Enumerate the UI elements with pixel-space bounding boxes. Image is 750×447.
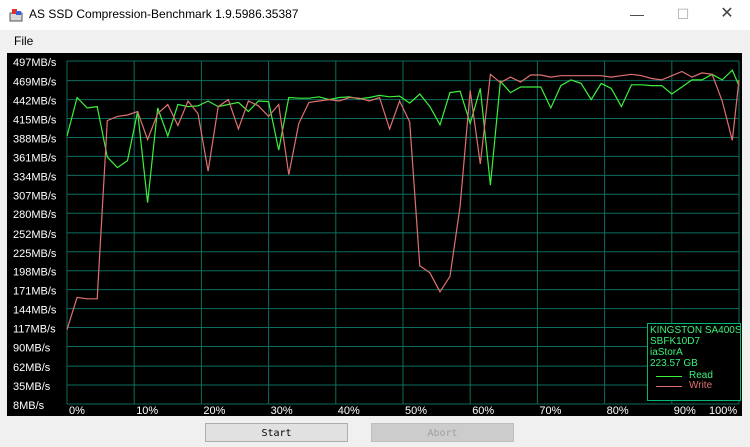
legend-read-swatch — [656, 376, 682, 377]
x-tick-label: 90% — [674, 405, 696, 416]
y-tick-label: 334MB/s — [13, 171, 57, 183]
y-tick-label: 8MB/s — [13, 400, 45, 412]
close-button[interactable]: ✕ — [704, 0, 750, 30]
y-tick-label: 171MB/s — [13, 286, 57, 298]
menu-bar: File — [0, 31, 750, 51]
window-title: AS SSD Compression-Benchmark 1.9.5986.35… — [29, 7, 299, 21]
chart-legend: KINGSTON SA400S SBFK10D7 iaStorA 223.57 … — [647, 323, 741, 401]
x-tick-label: 60% — [472, 405, 494, 416]
y-tick-label: 62MB/s — [13, 362, 51, 374]
minimize-button[interactable]: — — [614, 0, 660, 30]
x-tick-label: 50% — [405, 405, 427, 416]
legend-capacity: 223.57 GB — [650, 358, 698, 369]
start-button[interactable]: Start — [205, 423, 348, 442]
y-tick-label: 388MB/s — [13, 133, 57, 145]
maximize-button[interactable]: ☐ — [660, 0, 706, 30]
app-icon — [9, 9, 23, 22]
x-tick-label: 100% — [709, 405, 737, 416]
x-tick-label: 70% — [539, 405, 561, 416]
legend-write-swatch — [656, 386, 682, 387]
legend-driver: iaStorA — [650, 347, 683, 358]
y-tick-label: 144MB/s — [13, 305, 57, 317]
legend-device-name: KINGSTON SA400S — [650, 325, 741, 336]
y-tick-label: 117MB/s — [13, 324, 56, 336]
x-tick-label: 40% — [338, 405, 360, 416]
y-tick-label: 252MB/s — [13, 229, 57, 241]
x-tick-label: 30% — [271, 405, 293, 416]
y-tick-label: 225MB/s — [13, 248, 57, 260]
y-tick-label: 198MB/s — [13, 267, 57, 279]
abort-button[interactable]: Abort — [371, 423, 514, 442]
y-tick-label: 497MB/s — [13, 57, 57, 69]
y-tick-label: 280MB/s — [13, 209, 57, 221]
y-tick-label: 469MB/s — [13, 77, 57, 89]
chart-svg: 497MB/s 469MB/s 442MB/s 415MB/s 388MB/s 361MB… — [13, 57, 740, 416]
x-tick-label: 80% — [607, 405, 629, 416]
y-tick-label: 90MB/s — [13, 342, 51, 354]
y-tick-label: 361MB/s — [13, 152, 57, 164]
menu-file[interactable]: File — [14, 34, 33, 48]
title-bar: AS SSD Compression-Benchmark 1.9.5986.35… — [0, 0, 750, 30]
y-tick-label: 307MB/s — [13, 190, 57, 202]
y-tick-label: 442MB/s — [13, 96, 57, 108]
x-tick-label: 20% — [203, 405, 225, 416]
x-tick-label: 10% — [136, 405, 158, 416]
y-tick-label: 35MB/s — [13, 381, 51, 393]
legend-firmware: SBFK10D7 — [650, 336, 701, 347]
y-tick-label: 415MB/s — [13, 115, 57, 127]
benchmark-chart: 497MB/s 469MB/s 442MB/s 415MB/s 388MB/s 361MB… — [7, 53, 742, 416]
x-tick-label: 0% — [69, 405, 85, 416]
legend-write-label: Write — [689, 380, 713, 391]
